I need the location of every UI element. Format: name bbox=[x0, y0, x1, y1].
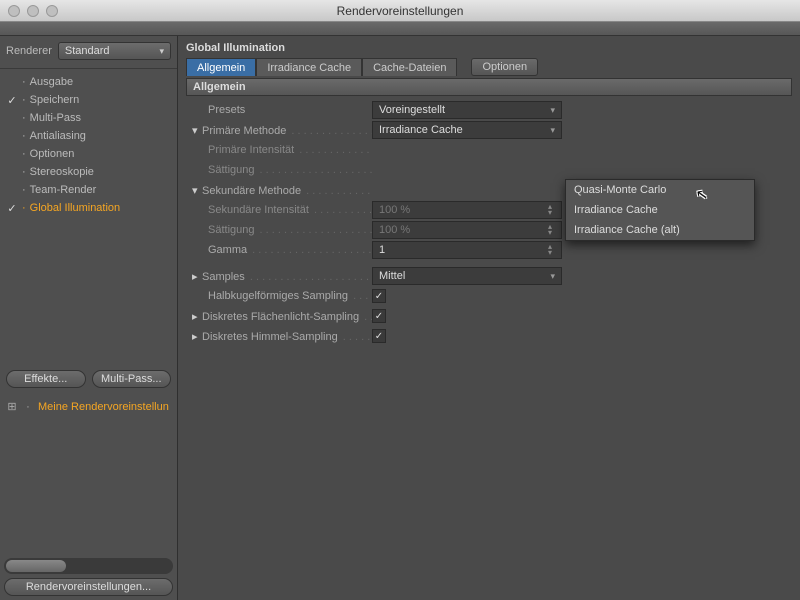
samples-value: Mittel bbox=[379, 270, 405, 282]
panel-title: Global Illumination bbox=[186, 42, 792, 54]
sidebar-item-multipass[interactable]: ·Multi-Pass bbox=[0, 109, 177, 127]
hemispheric-label: Halbkugelförmiges Sampling bbox=[208, 290, 350, 302]
sidebar-item-label: Antialiasing bbox=[30, 130, 86, 142]
sidebar-item-speichern[interactable]: ✓·Speichern bbox=[0, 91, 177, 109]
sidebar-item-teamrender[interactable]: ·Team-Render bbox=[0, 181, 177, 199]
samples-label: Samples bbox=[202, 271, 247, 283]
primary-method-label: Primäre Methode bbox=[202, 125, 288, 137]
samples-dropdown[interactable]: Mittel bbox=[372, 267, 562, 285]
primary-method-menu[interactable]: Quasi-Monte Carlo Irradiance Cache Irrad… bbox=[565, 179, 755, 241]
secondary-intensity-label: Sekundäre Intensität bbox=[208, 204, 311, 216]
sky-sampling-checkbox[interactable]: ✓ bbox=[372, 329, 386, 343]
sidebar-item-label: Ausgabe bbox=[30, 76, 73, 88]
disclosure-triangle-icon[interactable]: ▸ bbox=[192, 330, 202, 343]
sidebar-item-stereoskopie[interactable]: ·Stereoskopie bbox=[0, 163, 177, 181]
effects-button[interactable]: Effekte... bbox=[6, 370, 86, 388]
primary-saturation-label: Sättigung bbox=[208, 164, 256, 176]
secondary-intensity-field[interactable]: 100 %▴▾ bbox=[372, 201, 562, 219]
sidebar-item-ausgabe[interactable]: ·Ausgabe bbox=[0, 73, 177, 91]
preset-marker-icon: ⊞ bbox=[6, 400, 18, 413]
scrollbar-thumb[interactable] bbox=[6, 560, 66, 572]
hemispheric-checkbox[interactable]: ✓ bbox=[372, 289, 386, 303]
menu-item-irradiance-cache-alt[interactable]: Irradiance Cache (alt) bbox=[566, 220, 754, 240]
sidebar-item-label: Stereoskopie bbox=[30, 166, 94, 178]
sidebar-item-label: Multi-Pass bbox=[30, 112, 81, 124]
render-settings-button[interactable]: Rendervoreinstellungen... bbox=[4, 578, 173, 596]
secondary-saturation-label: Sättigung bbox=[208, 224, 256, 236]
disclosure-triangle-icon[interactable]: ▾ bbox=[192, 124, 202, 137]
gamma-label: Gamma bbox=[208, 244, 249, 256]
disclosure-triangle-icon[interactable]: ▾ bbox=[192, 184, 202, 197]
spinner-icon[interactable]: ▴▾ bbox=[548, 224, 558, 236]
sidebar-item-label: Global Illumination bbox=[30, 202, 121, 214]
disclosure-triangle-icon[interactable]: ▸ bbox=[192, 270, 202, 283]
area-light-label: Diskretes Flächenlicht-Sampling bbox=[202, 311, 361, 323]
tab-bar: Allgemein Irradiance Cache Cache-Dateien… bbox=[186, 58, 792, 76]
checkbox-icon[interactable]: ✓ bbox=[6, 202, 18, 215]
area-light-checkbox[interactable]: ✓ bbox=[372, 309, 386, 323]
sidebar-item-gi[interactable]: ✓·Global Illumination bbox=[0, 199, 177, 217]
sidebar-item-antialiasing[interactable]: ·Antialiasing bbox=[0, 127, 177, 145]
disclosure-triangle-icon[interactable]: ▸ bbox=[192, 310, 202, 323]
sidebar: Renderer Standard ·Ausgabe ✓·Speichern ·… bbox=[0, 36, 178, 600]
menu-item-irradiance-cache[interactable]: Irradiance Cache bbox=[566, 200, 754, 220]
sidebar-item-label: Speichern bbox=[30, 94, 80, 106]
tab-cache-dateien[interactable]: Cache-Dateien bbox=[362, 58, 457, 76]
primary-method-dropdown[interactable]: Irradiance Cache bbox=[372, 121, 562, 139]
gamma-field[interactable]: 1▴▾ bbox=[372, 241, 562, 259]
dot-icon: · bbox=[22, 401, 34, 413]
renderer-dropdown[interactable]: Standard bbox=[58, 42, 171, 60]
presets-dropdown[interactable]: Voreingestellt bbox=[372, 101, 562, 119]
renderer-label: Renderer bbox=[6, 45, 52, 57]
secondary-method-label: Sekundäre Methode bbox=[202, 185, 303, 197]
preset-row[interactable]: ⊞ · Meine Rendervoreinstellun bbox=[0, 396, 177, 417]
checkbox-icon[interactable]: ✓ bbox=[6, 94, 18, 107]
sky-sampling-label: Diskretes Himmel-Sampling bbox=[202, 331, 340, 343]
tab-allgemein[interactable]: Allgemein bbox=[186, 58, 256, 76]
sidebar-item-label: Team-Render bbox=[30, 184, 97, 196]
tab-optionen[interactable]: Optionen bbox=[471, 58, 538, 76]
primary-intensity-label: Primäre Intensität bbox=[208, 144, 296, 156]
content-panel: Global Illumination Allgemein Irradiance… bbox=[178, 36, 800, 600]
render-settings-tree: ·Ausgabe ✓·Speichern ·Multi-Pass ·Antial… bbox=[0, 69, 177, 221]
toolbar-strip bbox=[0, 22, 800, 36]
section-header: Allgemein bbox=[186, 78, 792, 96]
titlebar: Rendervoreinstellungen bbox=[0, 0, 800, 22]
secondary-saturation-field[interactable]: 100 %▴▾ bbox=[372, 221, 562, 239]
tab-irradiance-cache[interactable]: Irradiance Cache bbox=[256, 58, 362, 76]
multipass-button[interactable]: Multi-Pass... bbox=[92, 370, 172, 388]
primary-method-value: Irradiance Cache bbox=[379, 124, 463, 136]
spinner-icon[interactable]: ▴▾ bbox=[548, 204, 558, 216]
horizontal-scrollbar[interactable] bbox=[4, 558, 173, 574]
menu-item-qmc[interactable]: Quasi-Monte Carlo bbox=[566, 180, 754, 200]
presets-value: Voreingestellt bbox=[379, 104, 445, 116]
window-title: Rendervoreinstellungen bbox=[0, 4, 800, 18]
sidebar-item-label: Optionen bbox=[30, 148, 75, 160]
preset-name: Meine Rendervoreinstellun bbox=[38, 401, 169, 413]
sidebar-item-optionen[interactable]: ·Optionen bbox=[0, 145, 177, 163]
presets-label: Presets bbox=[208, 104, 245, 116]
renderer-value: Standard bbox=[65, 45, 110, 57]
spinner-icon[interactable]: ▴▾ bbox=[548, 244, 558, 256]
